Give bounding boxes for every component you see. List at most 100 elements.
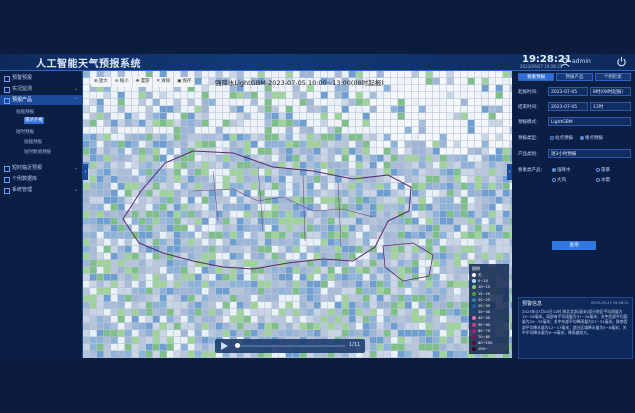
element-wind-radio[interactable]: 大风 (552, 177, 566, 183)
chevron-down-icon: ⌄ (73, 187, 78, 193)
save-button[interactable]: ▣ 保存 (174, 77, 196, 87)
collapse-left-button[interactable]: ‹ (83, 164, 88, 180)
sub-item-short[interactable]: 短临预报 (24, 139, 42, 145)
query-button[interactable]: 查询 (552, 241, 596, 250)
legend-row: 30~40 (472, 309, 490, 315)
right-panel: 要素预报 预报产品 个例检索 起报时间： 2023-07-05 8时(08时起报… (514, 71, 635, 359)
tab-element-forecast[interactable]: 要素预报 (518, 73, 555, 81)
settings-icon (4, 188, 10, 194)
start-date-field[interactable]: 2023-07-05 (548, 87, 588, 96)
sidebar-item-label: 个例数据库 (12, 176, 38, 182)
sidebar-item-nowcast[interactable]: 短时临近预报 ⌄ (0, 163, 82, 173)
element-row: 要素类产品： 强降水 雷暴 大风 冰雹 (518, 165, 631, 193)
legend-label: 70~80 (478, 335, 491, 339)
power-icon[interactable] (616, 56, 627, 67)
sidebar-item-case-db[interactable]: 个例数据库 (0, 174, 82, 184)
app-window: 人工智能天气预报系统 19:28:21 2023/09/27 19:28:21 … (0, 54, 635, 359)
map-legend: 图例 无 0~10 10~15 15~20 20~25 25~30 30~40 40~50 50… (469, 264, 509, 354)
zoom-in-label: 放大 (98, 79, 108, 84)
sub-item-radar[interactable]: 雷达外推 (24, 117, 44, 124)
product-row: 产品类别： 逐3小时预报 (518, 149, 631, 159)
element-hail-label: 冰雹 (601, 178, 610, 183)
legend-row: 100~ (472, 346, 488, 352)
forecast-map[interactable]: ⊕ 放大 ⊖ 缩小 ✥ 漫游 ✕ 清除 ▣ 保存 强降水LightGBM-2023-07-… (83, 71, 512, 358)
start-time-label: 起报时间： (518, 90, 541, 95)
page-top-background (0, 0, 635, 54)
sidebar-item-forecast[interactable]: 预报产品 ⌃ (0, 95, 82, 105)
pan-label: 漫游 (140, 79, 150, 84)
clear-label: 清除 (161, 79, 171, 84)
tab-forecast-products[interactable]: 预报产品 (556, 73, 593, 81)
legend-swatch (472, 273, 476, 277)
sidebar-item-system[interactable]: 系统管理 ⌄ (0, 185, 82, 195)
legend-row: 80~100 (472, 340, 492, 346)
start-hour-select[interactable]: 8时(08时起报) (590, 87, 631, 96)
chevron-right-icon: › (508, 169, 511, 175)
radio-dot (552, 178, 556, 182)
monitor-icon (4, 87, 10, 93)
chevron-up-icon: ⌃ (73, 97, 78, 103)
user-name[interactable]: admin (572, 58, 591, 65)
legend-swatch (472, 341, 476, 346)
zoom-out-button[interactable]: ⊖ 缩小 (112, 77, 133, 87)
sub-item-numeric[interactable]: 短时数值预报 (24, 149, 51, 155)
player-track[interactable] (237, 345, 345, 347)
save-label: 保存 (182, 79, 192, 84)
element-thunder-radio[interactable]: 雷暴 (596, 167, 610, 173)
radio-dot (552, 168, 556, 172)
warning-info-date: 2023-09-27 19:28:21 (590, 301, 629, 305)
legend-row: 25~30 (472, 303, 490, 309)
legend-label: 25~30 (478, 304, 491, 308)
collapse-right-button[interactable]: › (507, 164, 512, 180)
pan-button[interactable]: ✥ 漫游 (133, 77, 154, 87)
database-icon (4, 177, 10, 183)
legend-label: 15~20 (478, 291, 491, 296)
sidebar-item-label: 预警预报 (12, 75, 33, 81)
type-station-radio[interactable]: 站点预报 (550, 135, 573, 141)
sidebar-item-label: 系统管理 (12, 187, 33, 193)
save-icon: ▣ (177, 79, 182, 84)
product-label: 产品类别： (518, 152, 541, 157)
clear-icon: ✕ (156, 79, 161, 84)
user-icon[interactable] (560, 57, 570, 67)
legend-label: 60~70 (478, 328, 491, 333)
type-grid-radio[interactable]: 格点预报 (580, 135, 603, 141)
element-hail-radio[interactable]: 冰雹 (596, 177, 610, 183)
element-wind-label: 大风 (557, 178, 566, 183)
legend-label: 80~100 (478, 341, 493, 346)
end-time-label: 结束时间： (518, 105, 541, 110)
product-select[interactable]: 逐3小时预报 (548, 149, 631, 158)
type-grid-label: 格点预报 (585, 136, 603, 141)
play-icon[interactable] (220, 342, 228, 350)
warning-info-panel: 预警信息 2023-09-27 19:28:21 2023年07月05日12时 … (518, 297, 633, 359)
zoom-out-label: 缩小 (119, 79, 129, 84)
zoom-in-button[interactable]: ⊕ 放大 (91, 77, 112, 87)
right-tabs: 要素预报 预报产品 个例检索 (518, 73, 631, 81)
element-rain-radio[interactable]: 强降水 (552, 167, 571, 173)
end-hour-select[interactable]: 13时 (590, 102, 631, 111)
legend-row: 无 (472, 272, 482, 278)
end-date-field[interactable]: 2023-07-05 (548, 102, 588, 111)
model-select[interactable]: LightGBM (548, 117, 631, 126)
legend-row: 50~60 (472, 322, 490, 328)
legend-row: 10~15 (472, 284, 490, 290)
tab-case-search[interactable]: 个例检索 (594, 73, 631, 81)
clock-date: 2023/09/27 19:28:21 (520, 64, 563, 69)
sidebar-item-label: 预报产品 (12, 97, 33, 103)
radio-dot (580, 136, 584, 140)
clear-button[interactable]: ✕ 清除 (153, 77, 175, 87)
app-header: 人工智能天气预报系统 19:28:21 2023/09/27 19:28:21 … (0, 54, 635, 71)
time-player: 1/11 (215, 339, 365, 353)
sidebar-item-label: 实况监测 (12, 86, 33, 92)
province-boundary (122, 150, 434, 282)
legend-row: 0~10 (472, 278, 488, 284)
legend-label: 50~60 (478, 322, 491, 327)
map-toolbar: ⊕ 放大 ⊖ 缩小 ✥ 漫游 ✕ 清除 ▣ 保存 (91, 77, 196, 87)
warning-info-title: 预警信息 (522, 301, 543, 307)
radio-dot (550, 136, 554, 140)
pan-icon: ✥ (135, 79, 140, 84)
sidebar-item-monitor[interactable]: 实况监测 ⌄ (0, 84, 82, 94)
player-knob[interactable] (235, 343, 240, 348)
chevron-left-icon: ‹ (84, 169, 87, 175)
sidebar-item-warning[interactable]: 预警预报 (0, 73, 82, 83)
